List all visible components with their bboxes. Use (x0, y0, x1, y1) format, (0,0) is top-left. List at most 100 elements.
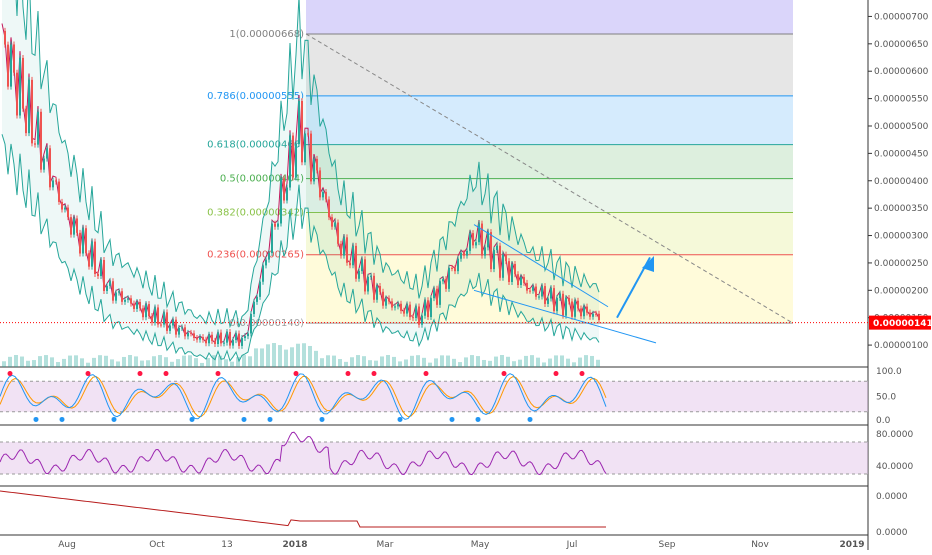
candle-body (298, 101, 300, 144)
candle-body (301, 101, 303, 163)
stochastic-signal-dot (189, 416, 195, 422)
candle-body (34, 143, 36, 145)
volume-bar (110, 359, 114, 367)
candle-body (52, 180, 54, 188)
candle-body (166, 312, 168, 331)
candle-body (373, 275, 375, 300)
x-tick-label: Nov (751, 540, 769, 550)
candle-body (466, 250, 468, 256)
volume-bar (422, 357, 426, 367)
candle-body (193, 333, 195, 338)
fib-level-label: 1(0.00000668) (229, 29, 304, 40)
volume-bar (326, 355, 330, 367)
candle-body (550, 288, 552, 299)
candle-body (400, 303, 402, 311)
volume-bar (578, 357, 582, 367)
y-tick-label: 0.00000200 (874, 286, 929, 296)
y-tick-label: 0.00000700 (874, 12, 929, 22)
candle-body (361, 259, 363, 272)
volume-bar (386, 355, 390, 367)
candle-body (325, 191, 327, 200)
candle-body (484, 247, 486, 256)
fib-zone (306, 144, 793, 179)
volume-bar (194, 358, 198, 367)
volume-bar (314, 350, 318, 367)
volume-bar (380, 356, 384, 367)
candle-body (379, 286, 381, 292)
candle-body (544, 286, 546, 304)
candle-body (403, 310, 405, 314)
volume-bar (188, 355, 192, 367)
candle-body (7, 44, 9, 87)
stochastic-signal-dot (267, 416, 273, 422)
candle-body (406, 304, 408, 314)
candle-body (589, 312, 591, 317)
candle-body (481, 223, 483, 256)
volume-bar (554, 355, 558, 367)
volume-bar (536, 357, 540, 367)
indicator-tick-label: 0.0000 (876, 528, 908, 538)
volume-bar (38, 356, 42, 367)
candle-body (535, 286, 537, 297)
candle-body (436, 288, 438, 305)
stochastic-signal-dot (137, 371, 143, 377)
volume-bar (452, 358, 456, 367)
candle-body (478, 223, 480, 243)
volume-bar (308, 345, 312, 367)
volume-bar (260, 348, 264, 367)
volume-bar (290, 347, 294, 367)
candle-body (19, 57, 21, 116)
candle-body (187, 332, 189, 337)
y-tick-label: 0.00000600 (874, 67, 929, 77)
volume-bar (128, 355, 132, 367)
candle-body (424, 300, 426, 316)
candle-body (286, 187, 288, 201)
volume-bar (272, 343, 276, 367)
volume-bar (230, 361, 234, 367)
candle-body (94, 241, 96, 274)
volume-bar (566, 358, 570, 367)
volume-bar (224, 359, 228, 367)
volume-bar (32, 360, 36, 367)
candle-body (121, 291, 123, 302)
volume-bar (182, 355, 186, 367)
candle-body (394, 306, 396, 308)
chart-svg[interactable]: 1(0.00000668)0.786(0.00000555)0.618(0.00… (0, 0, 932, 550)
volume-bar (560, 355, 564, 367)
volume-bar (14, 355, 18, 367)
candle-body (586, 306, 588, 313)
candle-body (343, 237, 345, 256)
candle-body (496, 245, 498, 251)
candle-body (571, 301, 573, 317)
candle-body (169, 325, 171, 331)
volume-bar (416, 355, 420, 367)
volume-bar (164, 357, 168, 367)
candle-body (268, 253, 270, 260)
candle-body (172, 319, 174, 326)
volume-bar (74, 355, 78, 367)
candle-body (271, 223, 273, 254)
candle-body (532, 286, 534, 291)
volume-bar (332, 355, 336, 367)
stochastic-signal-dot (59, 416, 65, 422)
stochastic-signal-dot (85, 371, 91, 377)
candle-body (439, 281, 441, 305)
volume-bar (350, 357, 354, 367)
candle-body (430, 298, 432, 318)
volume-bar (320, 358, 324, 367)
candle-body (46, 148, 48, 159)
stochastic-signal-dot (293, 371, 299, 377)
candle-body (592, 313, 594, 317)
volume-bar (296, 343, 300, 367)
volume-bar (98, 355, 102, 367)
volume-bar (398, 361, 402, 367)
candle-body (526, 282, 528, 291)
stochastic-tick-label: 50.0 (876, 393, 896, 403)
candle-body (136, 301, 138, 309)
candle-body (568, 297, 570, 302)
candle-body (244, 336, 246, 339)
volume-bar (434, 358, 438, 367)
candle-body (316, 158, 318, 171)
volume-bar (488, 360, 492, 367)
candle-body (412, 317, 414, 319)
